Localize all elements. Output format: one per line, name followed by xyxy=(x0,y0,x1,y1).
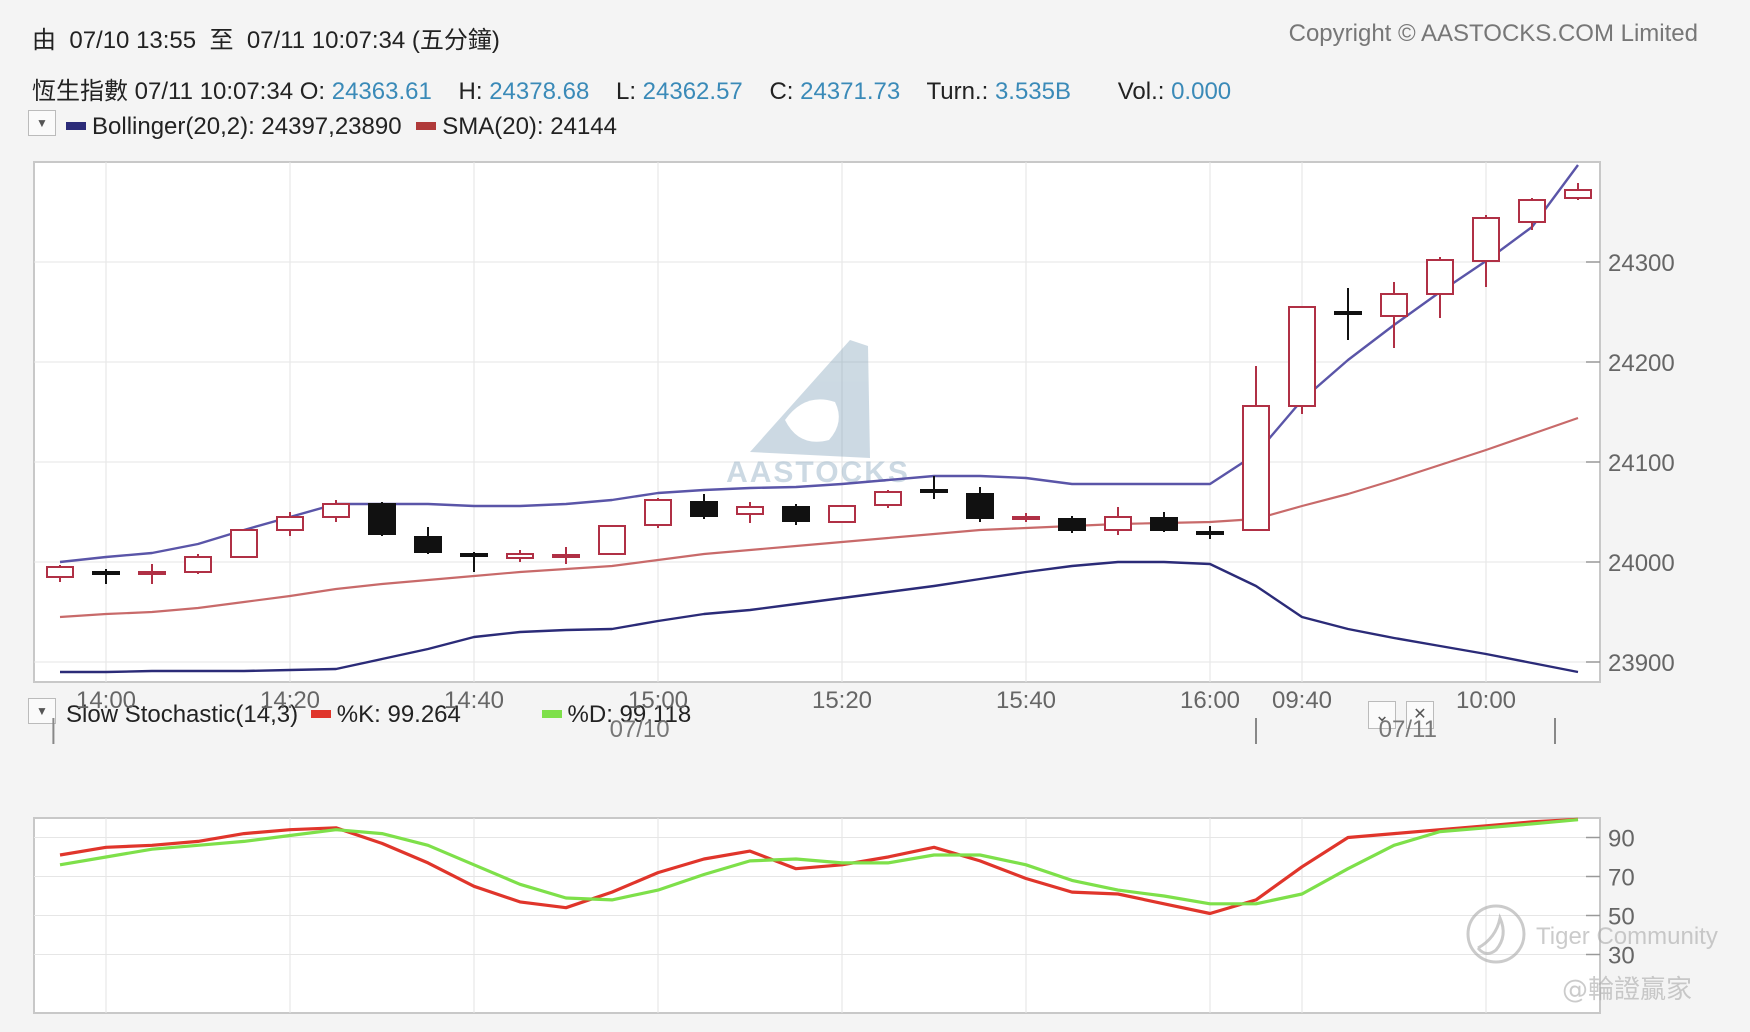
candle-body xyxy=(1426,259,1454,295)
stoch-y-tick-label: 90 xyxy=(1608,826,1635,853)
candle-body xyxy=(598,525,626,555)
x-tick-label: 15:00 xyxy=(628,687,688,714)
candle-body xyxy=(1380,293,1408,317)
candle-body xyxy=(230,529,258,558)
x-tick-label: 14:00 xyxy=(76,687,136,714)
candle xyxy=(828,505,856,523)
candle-body xyxy=(1196,531,1224,535)
candle xyxy=(230,529,258,558)
candle-body xyxy=(920,489,948,493)
handle-text: @輪證贏家 xyxy=(1562,975,1692,1005)
stochastic-panel: 90705030 Tiger Community @輪證贏家 xyxy=(33,817,1718,1014)
candle-body xyxy=(1012,516,1040,520)
x-tick-label: 14:40 xyxy=(444,687,504,714)
candle-body xyxy=(138,571,166,575)
candle-body xyxy=(184,556,212,573)
x-axis: 14:00 14:20 14:40 15:00 15:20 15:40 16:00 09:40… xyxy=(52,687,1556,744)
main-y-tick-label: 24300 xyxy=(1608,250,1675,277)
tiger-community-text: Tiger Community xyxy=(1536,923,1718,950)
candle-body xyxy=(828,505,856,523)
main-y-tick-label: 24100 xyxy=(1608,450,1675,477)
date-label: 07/10 xyxy=(610,716,670,743)
candle xyxy=(1058,516,1086,533)
candle xyxy=(184,554,212,574)
candle-body xyxy=(1104,516,1132,531)
candle-body xyxy=(414,536,442,553)
candle-body xyxy=(1288,306,1316,407)
candle-body xyxy=(506,553,534,559)
candle-body xyxy=(782,506,810,522)
candle-body xyxy=(966,493,994,519)
candle-body xyxy=(368,503,396,535)
candle xyxy=(782,504,810,525)
x-tick-label: 15:20 xyxy=(812,687,872,714)
x-tick-label: 09:40 xyxy=(1272,687,1332,714)
candle-body xyxy=(276,516,304,531)
candle xyxy=(368,502,396,536)
candle-body xyxy=(92,571,120,575)
candle-body xyxy=(1334,311,1362,315)
candle-body xyxy=(46,566,74,578)
candle xyxy=(874,490,902,508)
candle-body xyxy=(1472,217,1500,262)
stock-chart: AASTOCKS 24300 24200 24100 24000 23900 14:00… xyxy=(33,161,1718,1014)
candle-body xyxy=(1518,199,1546,223)
candle-body xyxy=(552,554,580,558)
candle-body xyxy=(1242,405,1270,531)
stoch-y-tick-label: 70 xyxy=(1608,865,1635,892)
aastocks-logo-text: AASTOCKS xyxy=(726,456,910,489)
candle-body xyxy=(874,491,902,506)
x-tick-label: 10:00 xyxy=(1456,687,1516,714)
candle-body xyxy=(322,503,350,518)
x-tick-label: 14:20 xyxy=(260,687,320,714)
main-y-tick-label: 24000 xyxy=(1608,550,1675,577)
candle-body xyxy=(644,499,672,526)
candle-body xyxy=(1058,518,1086,531)
main-y-tick-label: 24200 xyxy=(1608,350,1675,377)
candle xyxy=(644,498,672,528)
candle-body xyxy=(736,506,764,515)
main-chart-panel: AASTOCKS 24300 24200 24100 24000 23900 14:00… xyxy=(33,161,1675,744)
x-tick-label: 16:00 xyxy=(1180,687,1240,714)
candle-body xyxy=(1150,517,1178,531)
x-tick-label: 15:40 xyxy=(996,687,1056,714)
main-y-tick-label: 23900 xyxy=(1608,650,1675,677)
candle-body xyxy=(460,553,488,557)
candle xyxy=(598,525,626,555)
candle-body xyxy=(690,501,718,517)
candle-body xyxy=(1564,189,1592,199)
candle xyxy=(1288,306,1316,414)
date-label: 07/11 xyxy=(1379,716,1437,743)
